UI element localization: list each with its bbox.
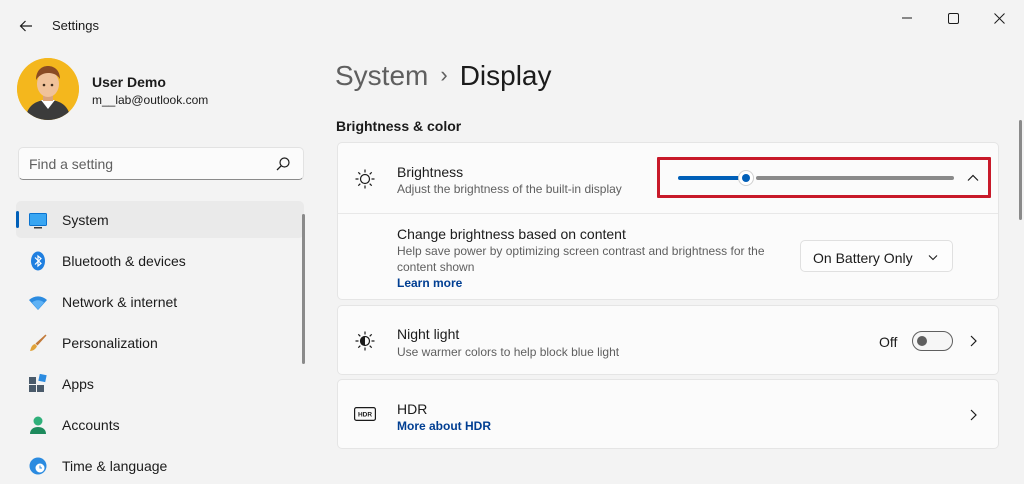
minimize-button[interactable]	[884, 4, 930, 32]
app-title: Settings	[52, 18, 99, 33]
sidebar-item-label: System	[62, 212, 109, 228]
system-icon	[29, 213, 47, 229]
toggle-knob	[917, 336, 927, 346]
sidebar-item-system[interactable]: System	[16, 201, 304, 238]
brightness-icon	[355, 169, 375, 189]
night-light-icon	[355, 331, 375, 351]
sidebar-item-time-language[interactable]: Time & language	[16, 447, 304, 484]
title-bar: Settings	[0, 0, 1024, 52]
breadcrumb-parent[interactable]: System	[335, 60, 428, 91]
night-light-description: Use warmer colors to help block blue lig…	[397, 345, 620, 359]
hdr-link[interactable]: More about HDR	[397, 419, 491, 433]
learn-more-link[interactable]: Learn more	[397, 276, 462, 290]
back-arrow-icon	[19, 20, 32, 32]
night-light-title: Night light	[397, 326, 460, 342]
hdr-icon-text: HDR	[358, 412, 372, 419]
brightness-slider-thumb[interactable]	[738, 170, 754, 186]
content-brightness-dropdown[interactable]: On Battery Only	[800, 240, 953, 272]
sidebar-item-label: Personalization	[62, 335, 158, 351]
search-icon[interactable]	[275, 156, 291, 172]
search-input[interactable]	[29, 154, 269, 174]
maximize-icon	[947, 12, 959, 24]
sidebar-item-label: Bluetooth & devices	[62, 253, 186, 269]
brightness-slider-fill[interactable]	[678, 176, 740, 180]
chevron-down-icon	[928, 255, 938, 261]
brightness-description: Adjust the brightness of the built-in di…	[397, 182, 622, 196]
sidebar-item-personalization[interactable]: Personalization	[16, 324, 304, 361]
brightness-title: Brightness	[397, 164, 464, 180]
close-icon	[993, 12, 1005, 24]
sidebar-item-apps[interactable]: Apps	[16, 365, 304, 402]
person-icon	[30, 416, 46, 434]
avatar-icon	[17, 58, 79, 120]
content-brightness-title: Change brightness based on content	[397, 226, 626, 242]
user-profile[interactable]: User Demo m__lab@outlook.com	[17, 58, 317, 120]
chevron-up-icon[interactable]	[966, 171, 980, 185]
hdr-icon: HDR	[354, 406, 376, 422]
sidebar-item-bluetooth[interactable]: Bluetooth & devices	[16, 242, 304, 279]
bluetooth-icon	[31, 251, 45, 271]
maximize-button[interactable]	[930, 4, 976, 32]
sidebar-scrollbar[interactable]	[302, 214, 305, 364]
close-button[interactable]	[976, 4, 1022, 32]
page-title: Display	[459, 60, 552, 91]
section-title: Brightness & color	[336, 118, 462, 134]
avatar	[17, 58, 79, 120]
chevron-right-icon[interactable]	[966, 334, 980, 348]
breadcrumb-separator: ›	[440, 62, 448, 87]
sidebar-nav: System Bluetooth & devices Network & int…	[16, 201, 304, 484]
night-light-state: Off	[879, 334, 898, 350]
clock-globe-icon	[29, 457, 47, 475]
main-scrollbar[interactable]	[1019, 120, 1022, 220]
wifi-icon	[29, 296, 47, 310]
breadcrumb: System › Display	[335, 60, 552, 100]
sidebar-item-label: Apps	[62, 376, 94, 392]
user-name: User Demo	[92, 74, 166, 90]
sidebar-item-network[interactable]: Network & internet	[16, 283, 304, 320]
search-box[interactable]	[18, 147, 304, 180]
back-button[interactable]	[12, 14, 40, 38]
sidebar-item-accounts[interactable]: Accounts	[16, 406, 304, 443]
sidebar-item-label: Time & language	[62, 458, 168, 474]
dropdown-value: On Battery Only	[813, 250, 913, 266]
apps-icon	[29, 374, 47, 392]
brightness-slider-track[interactable]	[756, 176, 954, 180]
content-brightness-description: Help save power by optimizing screen con…	[397, 244, 765, 274]
hdr-card[interactable]	[337, 379, 999, 449]
chevron-right-icon[interactable]	[966, 408, 980, 422]
sidebar-item-label: Accounts	[62, 417, 120, 433]
user-email: m__lab@outlook.com	[92, 93, 209, 107]
hdr-title: HDR	[397, 401, 428, 417]
brush-icon	[30, 334, 47, 351]
minimize-icon	[902, 17, 912, 19]
sidebar-item-label: Network & internet	[62, 294, 178, 310]
night-light-toggle[interactable]	[912, 331, 953, 351]
